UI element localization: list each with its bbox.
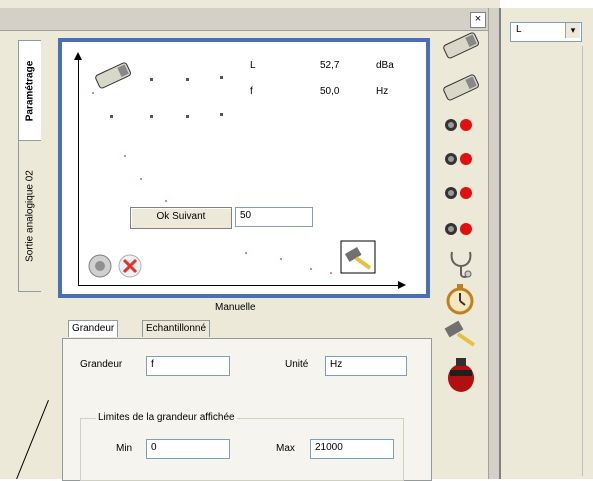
readout-value: 50,0	[320, 86, 340, 97]
data-point	[245, 252, 247, 254]
hammer-icon[interactable]	[444, 318, 478, 348]
grid-dot	[220, 76, 223, 79]
delete-icon[interactable]	[117, 253, 143, 279]
readout-name: L	[250, 60, 256, 71]
y-axis	[78, 58, 79, 286]
sensor-icon[interactable]	[440, 30, 484, 60]
data-point	[310, 268, 312, 270]
readout-unit: Hz	[376, 86, 389, 97]
right-panel	[500, 8, 593, 479]
grid-dot	[150, 115, 153, 118]
readout-value: 52,7	[320, 60, 340, 71]
mode-label: Manuelle	[215, 302, 256, 313]
unite-field[interactable]: Hz	[325, 356, 407, 376]
stopwatch-icon[interactable]	[444, 282, 476, 316]
ok-next-button[interactable]: Ok Suivant	[130, 207, 232, 229]
data-point	[124, 155, 126, 157]
grid-dot	[186, 78, 189, 81]
data-point	[330, 272, 332, 274]
grandeur-label: Grandeur	[80, 359, 123, 370]
title-bar	[0, 8, 500, 31]
value-input[interactable]: 50	[235, 207, 313, 227]
tab-sortie-analogique[interactable]: Sortie analogique 02	[18, 140, 41, 292]
max-field[interactable]: 21000	[310, 439, 394, 459]
close-icon[interactable]: ×	[470, 12, 486, 28]
y-axis-arrow	[74, 52, 82, 60]
limits-group-title: Limites de la grandeur affichée	[96, 412, 237, 423]
tab-label: Paramétrage	[24, 60, 36, 122]
readout-unit: dBa	[376, 60, 394, 71]
grid-dot	[186, 115, 189, 118]
red-led-icon[interactable]	[444, 152, 476, 166]
tab-echantillonne[interactable]: Echantillonné	[142, 320, 211, 337]
data-point	[165, 200, 167, 202]
data-point	[92, 92, 94, 94]
red-led-icon[interactable]	[444, 186, 476, 200]
grid-dot	[110, 115, 113, 118]
data-point	[280, 258, 282, 260]
sensor-icon[interactable]	[440, 72, 484, 102]
channel-select-value: L	[516, 24, 522, 35]
min-label: Min	[116, 443, 133, 454]
grandeur-field[interactable]: f	[146, 356, 230, 376]
max-label: Max	[276, 443, 295, 454]
record-icon[interactable]	[87, 253, 113, 279]
stethoscope-icon[interactable]	[446, 248, 476, 280]
grid-dot	[150, 78, 153, 81]
red-led-icon[interactable]	[444, 118, 476, 132]
red-led-icon[interactable]	[444, 222, 476, 236]
x-axis-arrow	[398, 281, 406, 289]
x-axis	[78, 285, 400, 286]
readout-name: f	[250, 86, 253, 97]
data-point	[140, 178, 142, 180]
chevron-down-icon[interactable]: ▾	[565, 23, 580, 38]
tab-parametrage[interactable]: Paramétrage	[18, 40, 41, 142]
unite-label: Unité	[285, 359, 309, 370]
splitter[interactable]	[488, 8, 500, 479]
sensor-icon	[95, 62, 131, 89]
tab-label: Sortie analogique 02	[24, 170, 36, 262]
min-field[interactable]: 0	[146, 439, 230, 459]
panel-divider	[582, 46, 583, 476]
tab-grandeur[interactable]: Grandeur	[68, 320, 119, 337]
hammer-icon[interactable]	[340, 240, 376, 274]
fire-extinguisher-icon[interactable]	[446, 354, 476, 394]
grid-dot	[220, 113, 223, 116]
